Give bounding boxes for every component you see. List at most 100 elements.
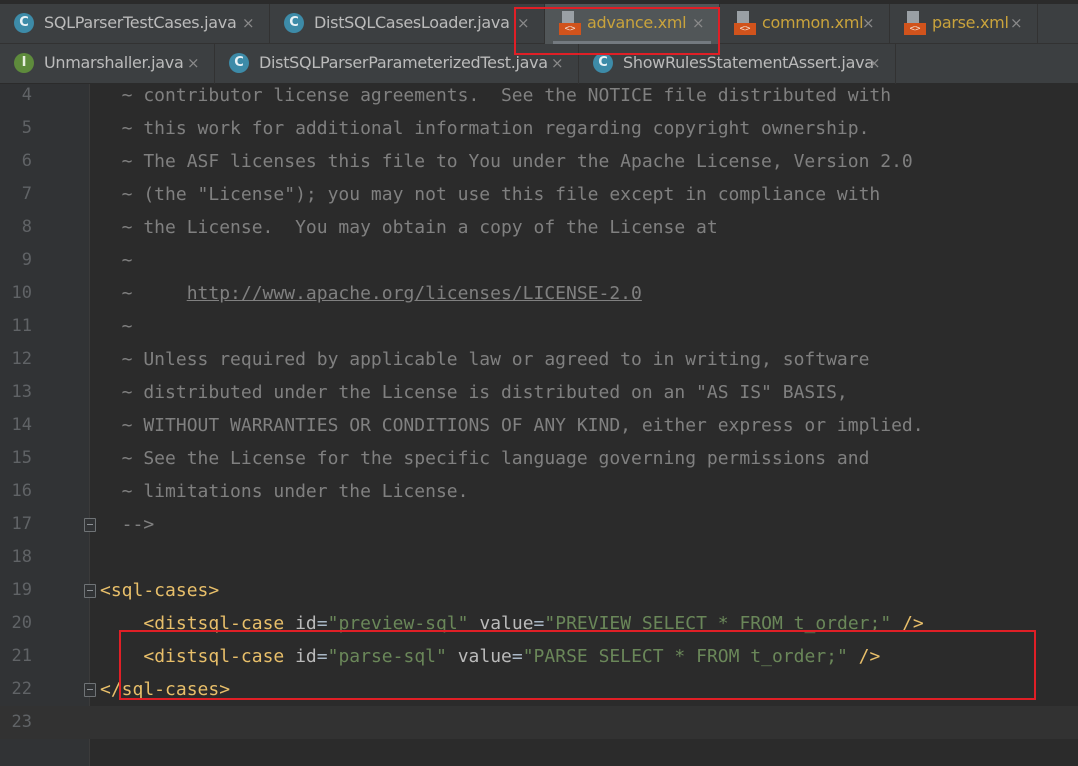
class-icon: C xyxy=(229,53,249,73)
xml-comment: ~ limitations under the License. xyxy=(100,481,469,502)
code-text: ~ distributed under the License is distr… xyxy=(100,376,848,409)
code-line: 18 xyxy=(0,541,1078,574)
class-icon: C xyxy=(284,13,304,33)
tab-label: parse.xml xyxy=(932,13,1009,32)
code-line: 17 --> xyxy=(0,508,1078,541)
line-number: 8 xyxy=(21,217,32,237)
interface-icon: I xyxy=(14,53,34,73)
line-number: 9 xyxy=(21,250,32,270)
code-text: ~ contributor license agreements. See th… xyxy=(100,79,891,112)
xml-comment: ~ See the License for the specific langu… xyxy=(100,448,870,469)
xml-comment: --> xyxy=(100,514,155,535)
tab-distsqlcasesloader-java[interactable]: C DistSQLCasesLoader.java × xyxy=(270,4,545,44)
code-text: ~ limitations under the License. xyxy=(100,475,469,508)
line-number: 20 xyxy=(11,613,32,633)
close-tab-icon[interactable]: × xyxy=(868,54,881,72)
line-number: 14 xyxy=(11,415,32,435)
code-line: 16 ~ limitations under the License. xyxy=(0,475,1078,508)
close-tab-icon[interactable]: × xyxy=(551,54,564,72)
code-line: 8 ~ the License. You may obtain a copy o… xyxy=(0,211,1078,244)
tab-parse-xml[interactable]: <> parse.xml × xyxy=(890,4,1038,44)
xml-comment: ~ distributed under the License is distr… xyxy=(100,382,848,403)
xml-comment: ~ Unless required by applicable law or a… xyxy=(100,349,870,370)
license-url-link[interactable]: http://www.apache.org/licenses/LICENSE-2… xyxy=(187,283,642,304)
code-line: 10 ~ http://www.apache.org/licenses/LICE… xyxy=(0,277,1078,310)
tab-label: Unmarshaller.java xyxy=(44,53,184,72)
line-number: 21 xyxy=(11,646,32,666)
code-text: ~ this work for additional information r… xyxy=(100,112,870,145)
code-text: ~ Unless required by applicable law or a… xyxy=(100,343,870,376)
line-number: 6 xyxy=(21,151,32,171)
close-tab-icon[interactable]: × xyxy=(187,54,200,72)
code-line: 9 ~ xyxy=(0,244,1078,277)
code-text: <sql-cases> xyxy=(100,574,219,607)
line-number: 12 xyxy=(11,349,32,369)
xml-badge-icon: <> xyxy=(904,23,926,35)
line-number: 22 xyxy=(11,679,32,699)
xml-file-icon: <> xyxy=(734,11,756,35)
xml-comment: ~ this work for additional information r… xyxy=(100,118,870,139)
fold-icon[interactable] xyxy=(84,518,96,532)
tab-common-xml[interactable]: <> common.xml × xyxy=(720,4,890,44)
line-number: 16 xyxy=(11,481,32,501)
code-text: ~ xyxy=(100,310,133,343)
highlight-box-advance-tab xyxy=(514,7,720,55)
tab-label: ShowRulesStatementAssert.java xyxy=(623,53,874,72)
code-text: ~ WITHOUT WARRANTIES OR CONDITIONS OF AN… xyxy=(100,409,924,442)
xml-comment: ~ WITHOUT WARRANTIES OR CONDITIONS OF AN… xyxy=(100,415,924,436)
highlight-box-parse-sql-case xyxy=(119,630,1036,700)
xml-comment: ~ the License. You may obtain a copy of … xyxy=(100,217,718,238)
xml-open-tag: <sql-cases> xyxy=(100,580,220,601)
line-number: 11 xyxy=(11,316,32,336)
code-line: 7 ~ (the "License"); you may not use thi… xyxy=(0,178,1078,211)
line-number: 19 xyxy=(11,580,32,600)
code-line: 15 ~ See the License for the specific la… xyxy=(0,442,1078,475)
tab-label: common.xml xyxy=(762,13,864,32)
xml-file-icon: <> xyxy=(904,11,926,35)
xml-comment: ~ (the "License"); you may not use this … xyxy=(100,184,881,205)
code-line: 6 ~ The ASF licenses this file to You un… xyxy=(0,145,1078,178)
line-number: 7 xyxy=(21,184,32,204)
code-text: ~ the License. You may obtain a copy of … xyxy=(100,211,718,244)
line-number: 17 xyxy=(11,514,32,534)
code-line: 4 ~ contributor license agreements. See … xyxy=(0,79,1078,112)
line-number: 15 xyxy=(11,448,32,468)
code-text: ~ The ASF licenses this file to You unde… xyxy=(100,145,913,178)
close-tab-icon[interactable]: × xyxy=(242,14,255,32)
code-text: ~ xyxy=(100,244,133,277)
xml-comment: ~ The ASF licenses this file to You unde… xyxy=(100,151,913,172)
code-line: 12 ~ Unless required by applicable law o… xyxy=(0,343,1078,376)
close-tab-icon[interactable]: × xyxy=(1010,14,1023,32)
line-number: 5 xyxy=(21,118,32,138)
class-icon: C xyxy=(14,13,34,33)
tab-unmarshaller-java[interactable]: I Unmarshaller.java × xyxy=(0,44,215,84)
line-number: 23 xyxy=(11,712,32,732)
line-number: 13 xyxy=(11,382,32,402)
code-text: ~ See the License for the specific langu… xyxy=(100,442,870,475)
line-number: 18 xyxy=(11,547,32,567)
code-line: 13 ~ distributed under the License is di… xyxy=(0,376,1078,409)
xml-comment: ~ contributor license agreements. See th… xyxy=(100,85,892,106)
xml-comment: ~ xyxy=(100,283,187,304)
code-text: ~ http://www.apache.org/licenses/LICENSE… xyxy=(100,277,642,310)
tab-label: DistSQLCasesLoader.java xyxy=(314,13,510,32)
code-line: 11 ~ xyxy=(0,310,1078,343)
code-text: ~ (the "License"); you may not use this … xyxy=(100,178,881,211)
xml-comment: ~ xyxy=(100,316,133,337)
code-line: 23 xyxy=(0,706,1078,739)
line-number: 4 xyxy=(21,85,32,105)
code-line: 14 ~ WITHOUT WARRANTIES OR CONDITIONS OF… xyxy=(0,409,1078,442)
code-text: --> xyxy=(100,508,155,541)
fold-icon[interactable] xyxy=(84,584,96,598)
tab-label: DistSQLParserParameterizedTest.java xyxy=(259,53,548,72)
tab-sqlparsertestcases-java[interactable]: C SQLParserTestCases.java × xyxy=(0,4,270,44)
line-number: 10 xyxy=(11,283,32,303)
xml-comment: ~ xyxy=(100,250,133,271)
xml-badge-icon: <> xyxy=(734,23,756,35)
fold-icon[interactable] xyxy=(84,683,96,697)
class-icon: C xyxy=(593,53,613,73)
code-line: 19 <sql-cases> xyxy=(0,574,1078,607)
tab-label: SQLParserTestCases.java xyxy=(44,13,237,32)
close-tab-icon[interactable]: × xyxy=(862,14,875,32)
code-line: 5 ~ this work for additional information… xyxy=(0,112,1078,145)
